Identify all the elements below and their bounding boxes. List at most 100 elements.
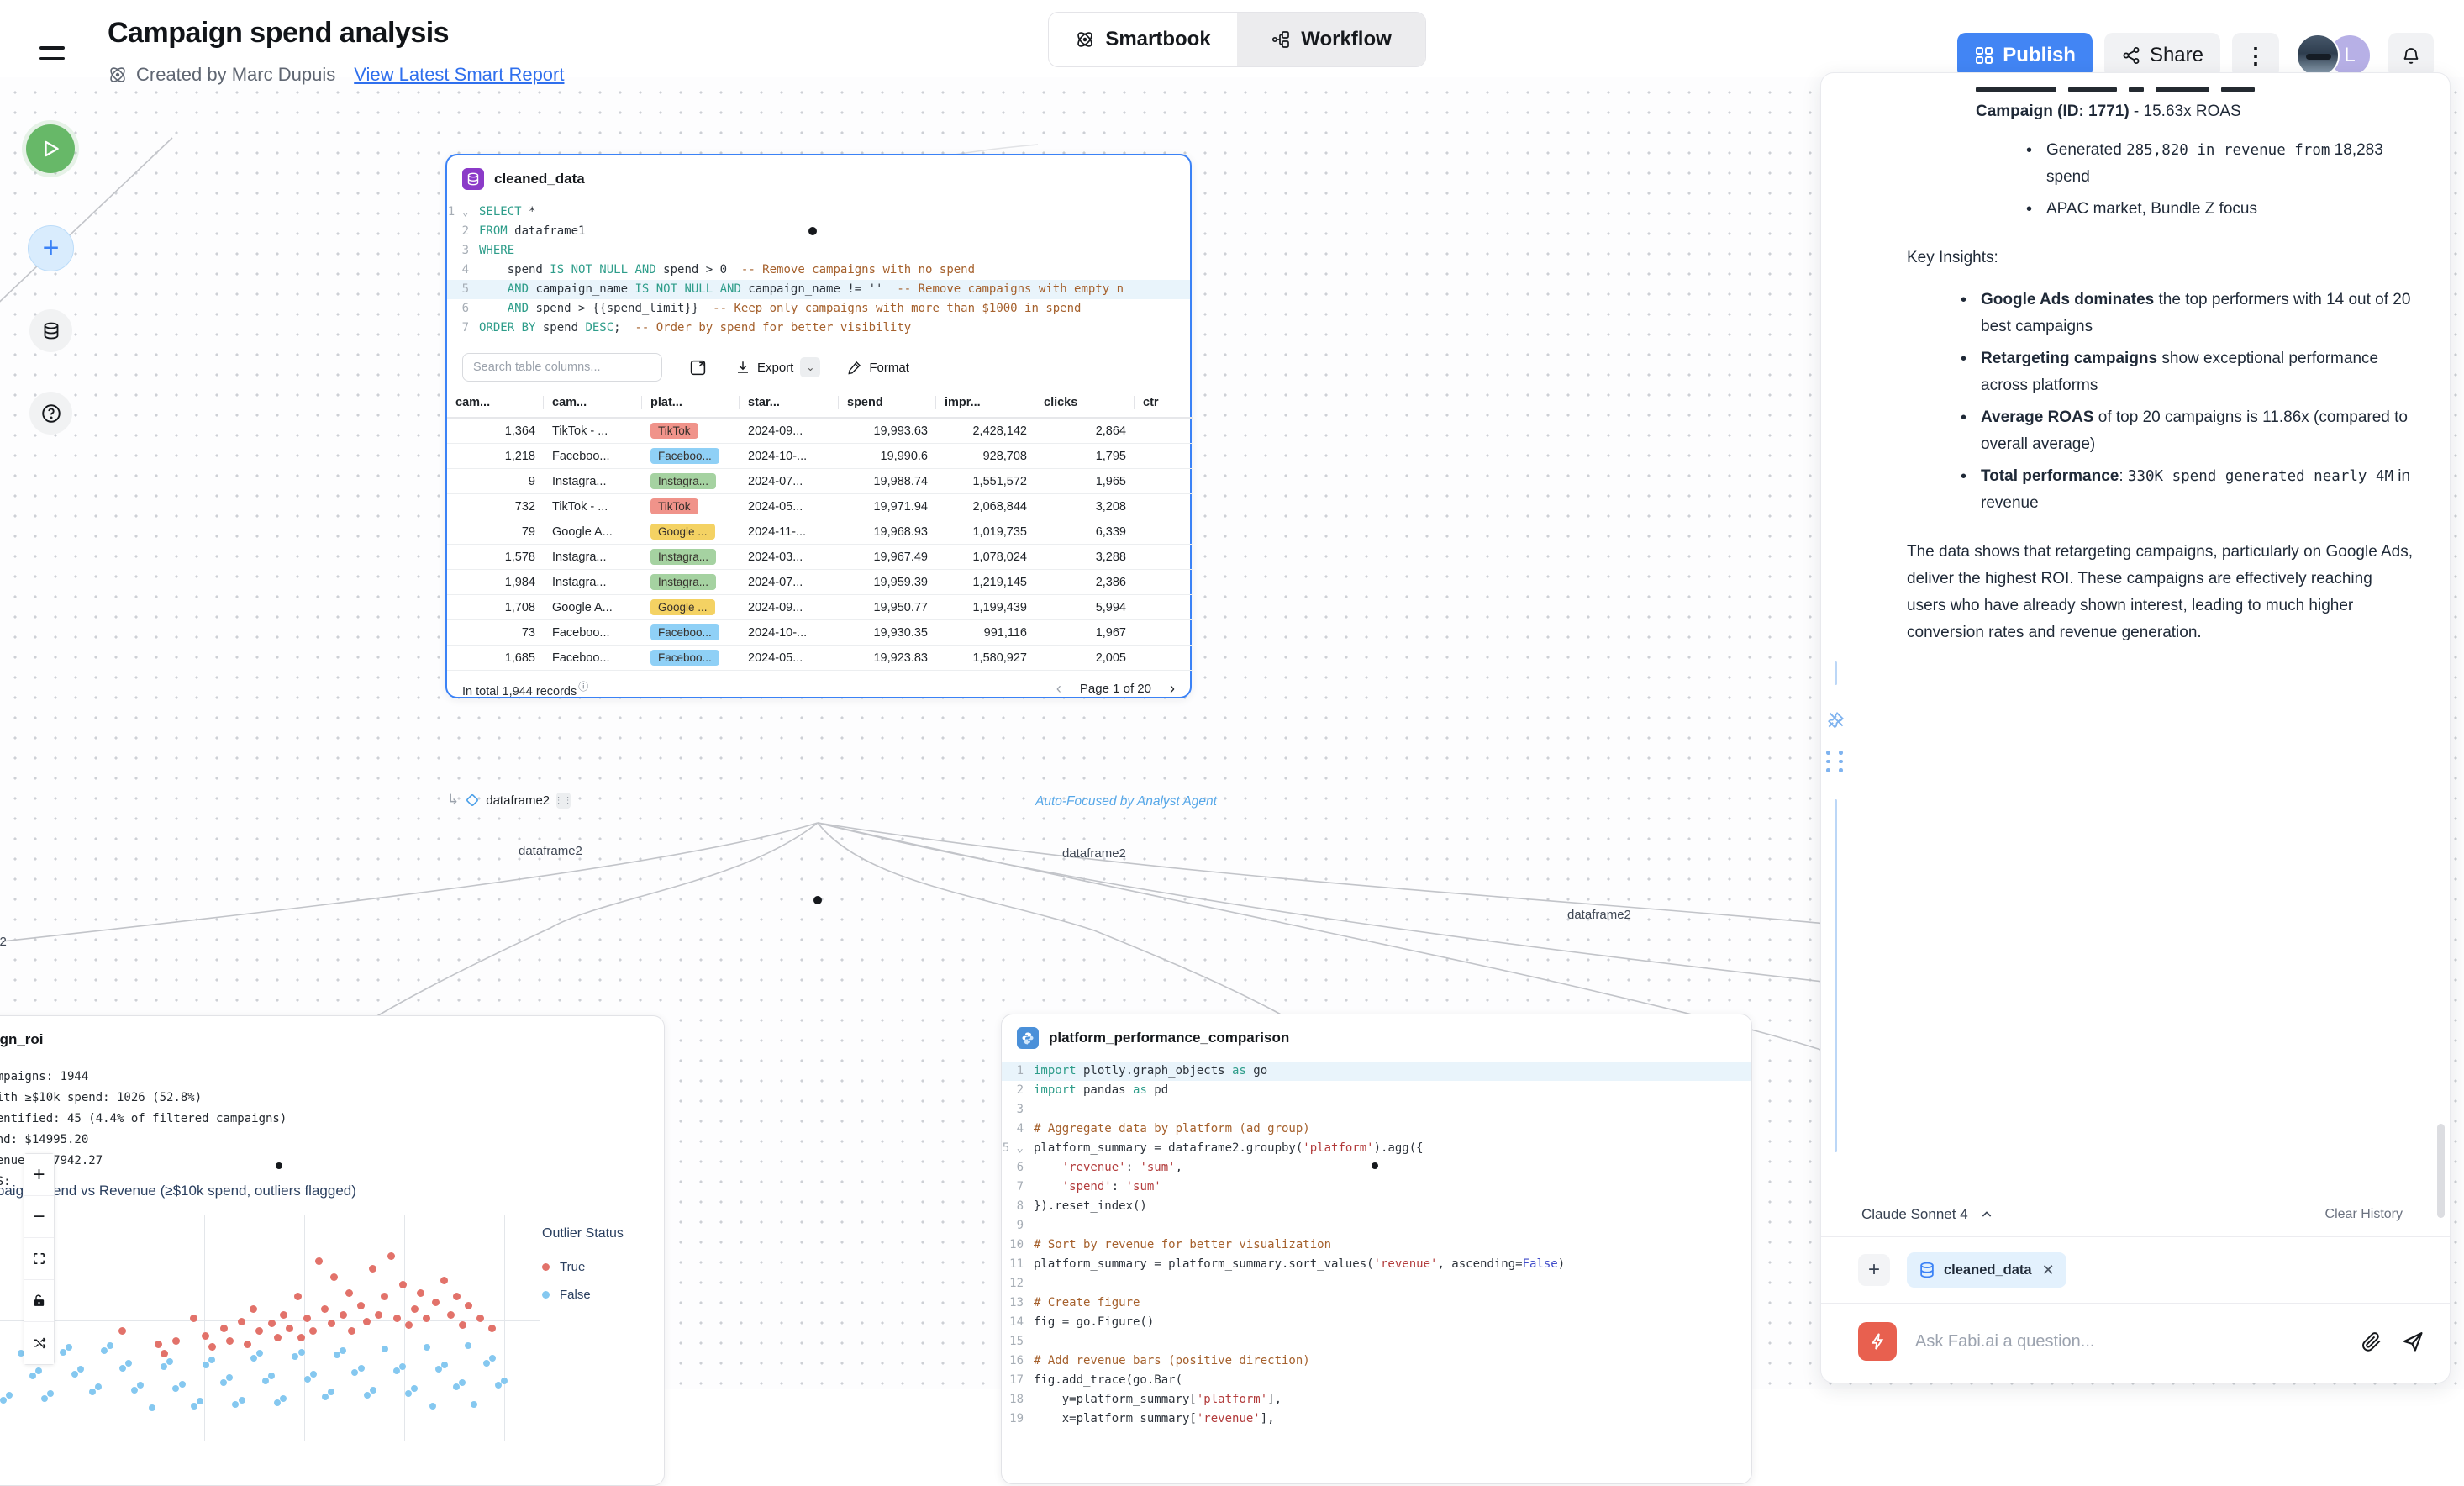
prev-page-button[interactable]: ‹: [1056, 680, 1061, 698]
shuffle-layout-button[interactable]: [24, 1322, 54, 1364]
next-page-button[interactable]: ›: [1170, 680, 1175, 698]
column-header[interactable]: impr...: [936, 388, 1035, 418]
export-button[interactable]: Export ⌄: [735, 357, 820, 377]
table-cell: TikTok - ...: [544, 418, 642, 444]
format-button[interactable]: Format: [847, 360, 909, 375]
avatar[interactable]: [2296, 34, 2340, 77]
table-row[interactable]: 1,708Google A...Google ...2024-09...19,9…: [447, 595, 1193, 620]
expand-icon[interactable]: [689, 359, 707, 377]
notifications-button[interactable]: [2388, 33, 2434, 78]
code-line: 4# Aggregate data by platform (ad group): [1002, 1120, 1751, 1139]
view-smart-report-link[interactable]: View Latest Smart Report: [354, 64, 564, 86]
lock-button[interactable]: [24, 1280, 54, 1322]
download-icon: [735, 360, 750, 375]
fit-view-icon: [32, 1252, 46, 1266]
node-campaign-roi[interactable]: campaign_roi Filtered campaigns: 1944 Ca…: [0, 1015, 665, 1486]
shuffle-icon: [32, 1336, 47, 1351]
run-workflow-button[interactable]: [26, 124, 75, 173]
bell-icon: [2401, 45, 2421, 66]
more-menu-button[interactable]: ⋮: [2232, 33, 2279, 78]
table-cell: 1,685: [447, 646, 544, 671]
legend-item-true[interactable]: True: [542, 1260, 668, 1274]
table-row[interactable]: 73Faceboo...Faceboo...2024-10-...19,930.…: [447, 620, 1193, 646]
input-port[interactable]: [276, 1162, 282, 1169]
search-input[interactable]: [462, 353, 662, 382]
node-platform-performance[interactable]: platform_performance_comparison 1import …: [1001, 1014, 1752, 1484]
python-code-editor[interactable]: 1import plotly.graph_objects as go2impor…: [1002, 1057, 1751, 1437]
publish-button[interactable]: Publish: [1957, 33, 2093, 78]
table-row[interactable]: 1,578Instagra...Instagra...2024-03...19,…: [447, 545, 1193, 570]
output-port[interactable]: [813, 896, 822, 904]
tab-workflow[interactable]: Workflow: [1237, 13, 1425, 66]
ai-response-content[interactable]: Campaign (ID: 1771) - 15.63x ROAS Genera…: [1821, 73, 2450, 1193]
table-row[interactable]: 1,685Faceboo...Faceboo...2024-05...19,92…: [447, 646, 1193, 671]
table-cell: 1,218: [447, 444, 544, 469]
remove-context-icon[interactable]: ✕: [2042, 1262, 2055, 1279]
data-sources-button[interactable]: [29, 309, 72, 352]
table-row[interactable]: 1,364TikTok - ...TikTok2024-09...19,993.…: [447, 418, 1193, 444]
platform-badge: Instagra...: [650, 549, 716, 565]
output-dataframe-chip[interactable]: ↳ dataframe2 ⋮⋮: [447, 792, 571, 809]
column-header[interactable]: cam...: [447, 388, 544, 418]
canvas-controls: + −: [24, 1153, 55, 1365]
database-icon: [41, 321, 61, 341]
result-table[interactable]: cam...cam...plat...star...spendimpr...cl…: [447, 388, 1193, 671]
view-toggle: Smartbook Workflow: [1048, 12, 1426, 67]
auto-focus-badge: Auto-Focused by Analyst Agent: [1035, 794, 1217, 809]
publish-grid-icon: [1974, 45, 1994, 66]
smartbook-atom-icon: [108, 65, 128, 85]
add-node-button[interactable]: +: [28, 225, 74, 271]
table-cell: Google A...: [544, 519, 642, 545]
legend-item-false[interactable]: False: [542, 1288, 668, 1302]
attach-icon[interactable]: [2361, 1331, 2382, 1352]
send-icon[interactable]: [2401, 1330, 2425, 1353]
table-cell: 2,864: [1035, 418, 1135, 444]
table-cell: 19,990.6: [839, 444, 936, 469]
column-header[interactable]: cam...: [544, 388, 642, 418]
table-cell: 2,005: [1035, 646, 1135, 671]
code-line: 16# Add revenue bars (positive direction…: [1002, 1352, 1751, 1371]
sql-code-editor[interactable]: 1 ⌄SELECT *2FROM dataframe13WHERE4 spend…: [447, 198, 1190, 346]
table-row[interactable]: 9Instagra...Instagra...2024-07...19,988.…: [447, 469, 1193, 494]
tab-smartbook[interactable]: Smartbook: [1049, 13, 1237, 66]
zoom-out-button[interactable]: −: [24, 1196, 54, 1238]
info-icon[interactable]: ⓘ: [578, 681, 588, 693]
table-row[interactable]: 79Google A...Google ...2024-11-...19,968…: [447, 519, 1193, 545]
menu-icon[interactable]: [39, 46, 65, 62]
insight-item: Average ROAS of top 20 campaigns is 11.8…: [1959, 404, 2414, 458]
input-port[interactable]: [808, 227, 817, 235]
column-header[interactable]: star...: [740, 388, 839, 418]
legend-title: Outlier Status: [542, 1226, 668, 1241]
context-chip-cleaned-data[interactable]: cleaned_data ✕: [1907, 1252, 2066, 1288]
table-row[interactable]: 1,218Faceboo...Faceboo...2024-10-...19,9…: [447, 444, 1193, 469]
chat-input[interactable]: [1915, 1332, 2342, 1352]
scatter-plot[interactable]: Outlier Status True False: [0, 1215, 666, 1391]
code-line: 13# Create figure: [1002, 1294, 1751, 1313]
table-cell: 2024-07...: [740, 469, 839, 494]
export-dropdown-chevron[interactable]: ⌄: [800, 357, 820, 377]
drag-handle-icon[interactable]: ⋮⋮: [556, 793, 571, 809]
clipped-text-line: [1976, 80, 2414, 92]
column-header[interactable]: spend: [839, 388, 936, 418]
table-row[interactable]: 732TikTok - ...TikTok2024-05...19,971.94…: [447, 494, 1193, 519]
fit-view-button[interactable]: [24, 1238, 54, 1280]
column-header[interactable]: ctr: [1135, 388, 1193, 418]
help-button[interactable]: [29, 392, 72, 435]
input-port[interactable]: [1372, 1162, 1378, 1169]
table-cell: 19,930.35: [839, 620, 936, 646]
clear-history-button[interactable]: Clear History: [2325, 1207, 2403, 1222]
column-header[interactable]: plat...: [642, 388, 740, 418]
table-cell: 9: [447, 469, 544, 494]
zoom-in-button[interactable]: +: [24, 1154, 54, 1196]
add-context-button[interactable]: +: [1858, 1254, 1890, 1286]
bullet-item: Generated 285,820 in revenue from 18,283…: [2024, 137, 2414, 191]
share-button[interactable]: Share: [2104, 33, 2220, 78]
node-cleaned-data[interactable]: cleaned_data 1 ⌄SELECT *2FROM dataframe1…: [445, 154, 1192, 698]
column-header[interactable]: clicks: [1035, 388, 1135, 418]
table-row[interactable]: 1,984Instagra...Instagra...2024-07...19,…: [447, 570, 1193, 595]
platform-badge: TikTok: [650, 498, 698, 514]
insight-item: Retargeting campaigns show exceptional p…: [1959, 345, 2414, 399]
code-line: 9: [1002, 1216, 1751, 1236]
model-selector[interactable]: Claude Sonnet 4: [1861, 1206, 1993, 1223]
code-line: 7ORDER BY spend DESC; -- Order by spend …: [447, 319, 1190, 338]
